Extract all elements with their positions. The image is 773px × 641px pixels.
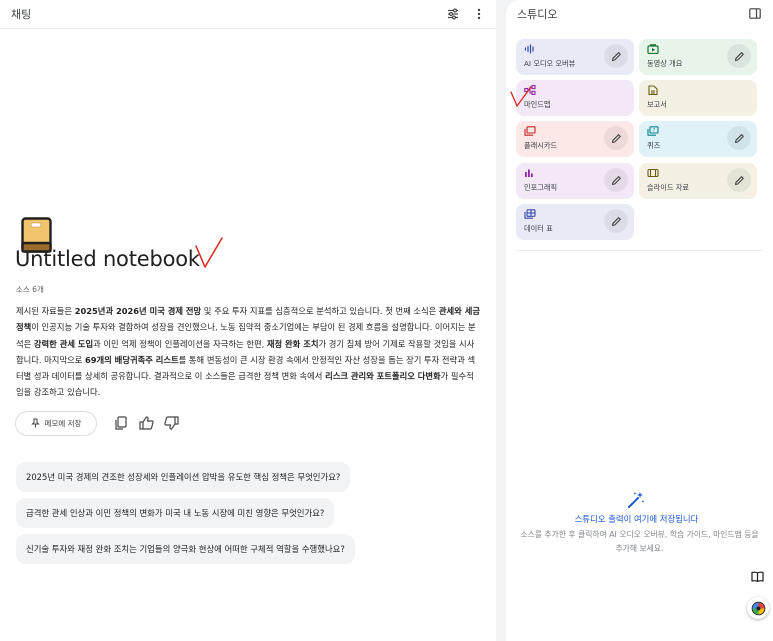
- notebook-title[interactable]: Untitled notebook: [15, 247, 200, 271]
- studio-tile-audio-overview[interactable]: AI 오디오 오버뷰: [516, 39, 634, 75]
- pencil-icon[interactable]: [604, 126, 628, 150]
- flashcard-icon: [524, 126, 536, 136]
- pencil-icon[interactable]: [604, 168, 628, 192]
- collapse-panel-icon[interactable]: [747, 5, 763, 21]
- suggested-question[interactable]: 2025년 미국 경제의 견조한 성장세와 인플레이션 압박을 유도한 핵심 정…: [16, 462, 351, 492]
- thumbs-down-icon[interactable]: [162, 414, 180, 432]
- studio-tile-mindmap[interactable]: 마인드맵: [510, 80, 634, 116]
- thumbs-up-icon[interactable]: [137, 414, 155, 432]
- data-table-icon: [524, 209, 536, 219]
- tile-label: 슬라이드 자료: [647, 183, 689, 192]
- pencil-icon[interactable]: [727, 44, 751, 68]
- studio-title: 스튜디오: [517, 8, 558, 21]
- palette-icon[interactable]: [747, 597, 769, 619]
- studio-tile-slides[interactable]: 슬라이드 자료: [639, 163, 757, 199]
- audio-waveform-icon: [524, 44, 536, 54]
- tune-settings-icon[interactable]: [443, 4, 463, 24]
- check-annotation-icon: [194, 236, 224, 274]
- studio-empty-title: 스튜디오 출력이 여기에 저장됩니다: [574, 514, 699, 524]
- suggested-question[interactable]: 급격한 관세 인상과 이민 정책의 변화가 미국 내 노동 시장에 미친 영향은…: [16, 498, 335, 528]
- studio-tile-data-table[interactable]: 데이터 표: [516, 204, 634, 240]
- studio-empty-description: 소스를 추가한 후 클릭하여 AI 오디오 오버뷰, 학습 가이드, 마인드맵 …: [520, 530, 759, 553]
- notebook-summary: 제시된 자료들은 2025년과 2026년 미국 경제 전망 및 주요 투자 지…: [16, 306, 480, 398]
- slides-icon: [647, 168, 659, 178]
- more-options-icon[interactable]: [469, 4, 489, 24]
- tile-label: 인포그래픽: [524, 183, 558, 192]
- chat-panel: 채팅 Untitled notebook 소스 6개 제시된 자료들은 2025…: [0, 0, 496, 641]
- svg-text:?: ?: [653, 128, 656, 134]
- save-note-label: 메모에 저장: [44, 419, 82, 428]
- chat-header: 채팅: [0, 0, 496, 29]
- pin-icon: [30, 418, 40, 430]
- source-count: 소스 6개: [16, 285, 44, 294]
- chat-title: 채팅: [11, 8, 32, 21]
- open-book-icon[interactable]: [748, 569, 766, 583]
- pencil-icon[interactable]: [604, 44, 628, 68]
- check-annotation-icon: [510, 86, 532, 114]
- studio-divider: [516, 250, 763, 251]
- pencil-icon[interactable]: [727, 126, 751, 150]
- studio-tile-report[interactable]: 보고서: [639, 80, 757, 116]
- copy-icon[interactable]: [111, 414, 129, 432]
- report-icon: [647, 85, 659, 95]
- studio-tile-flashcards[interactable]: 플래시카드: [516, 121, 634, 157]
- magic-wand-icon: [627, 491, 645, 513]
- tile-label: AI 오디오 오버뷰: [524, 59, 576, 68]
- pencil-icon[interactable]: [727, 168, 751, 192]
- save-to-note-button[interactable]: 메모에 저장: [15, 411, 97, 436]
- studio-tile-infographic[interactable]: 인포그래픽: [516, 163, 634, 199]
- infographic-icon: [524, 168, 536, 178]
- studio-tile-video-overview[interactable]: 동영상 개요: [639, 39, 757, 75]
- tile-label: 보고서: [647, 100, 667, 109]
- suggested-question[interactable]: 신기술 투자와 재정 완화 조치는 기업들의 양극화 현상에 어떠한 구체적 역…: [16, 534, 355, 564]
- studio-tile-quiz[interactable]: ? 퀴즈: [639, 121, 757, 157]
- pencil-icon[interactable]: [604, 209, 628, 233]
- tile-label: 동영상 개요: [647, 59, 683, 68]
- studio-panel: 스튜디오 AI 오디오 오버뷰 동영상 개요 마인드맵 보고서 플래시카드 ? …: [506, 0, 773, 641]
- tile-label: 데이터 표: [524, 224, 553, 233]
- tile-label: 퀴즈: [647, 141, 661, 150]
- quiz-icon: ?: [647, 126, 659, 136]
- tile-label: 플래시카드: [524, 141, 558, 150]
- video-icon: [647, 44, 659, 54]
